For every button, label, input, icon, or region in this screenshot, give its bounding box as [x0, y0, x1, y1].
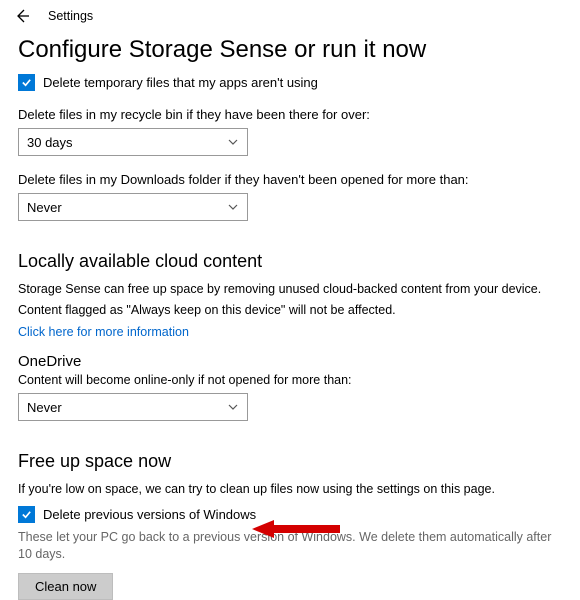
prev-versions-label: Delete previous versions of Windows: [43, 507, 256, 522]
cloud-content-heading: Locally available cloud content: [18, 251, 562, 272]
downloads-select[interactable]: Never: [18, 193, 248, 221]
downloads-value: Never: [27, 200, 62, 215]
onedrive-heading: OneDrive: [18, 353, 562, 370]
chevron-down-icon: [227, 401, 239, 413]
chevron-down-icon: [227, 136, 239, 148]
cloud-line2: Content flagged as "Always keep on this …: [18, 301, 562, 319]
temp-files-checkbox-row[interactable]: Delete temporary files that my apps aren…: [18, 74, 562, 91]
chevron-down-icon: [227, 201, 239, 213]
downloads-label: Delete files in my Downloads folder if t…: [18, 172, 562, 187]
onedrive-value: Never: [27, 400, 62, 415]
prev-versions-note: These let your PC go back to a previous …: [18, 529, 562, 563]
temp-files-label: Delete temporary files that my apps aren…: [43, 75, 318, 90]
free-up-intro: If you're low on space, we can try to cl…: [18, 480, 562, 498]
window-title: Settings: [48, 9, 93, 23]
prev-versions-checkbox-row[interactable]: Delete previous versions of Windows: [18, 506, 562, 523]
page-content: Configure Storage Sense or run it now De…: [0, 26, 580, 600]
recycle-bin-label: Delete files in my recycle bin if they h…: [18, 107, 562, 122]
checkbox-checked-icon: [18, 74, 35, 91]
cloud-line1: Storage Sense can free up space by remov…: [18, 280, 562, 298]
checkbox-checked-icon: [18, 506, 35, 523]
clean-now-button[interactable]: Clean now: [18, 573, 113, 600]
recycle-bin-select[interactable]: 30 days: [18, 128, 248, 156]
onedrive-label: Content will become online-only if not o…: [18, 371, 562, 389]
page-title: Configure Storage Sense or run it now: [18, 36, 562, 64]
back-button[interactable]: [14, 8, 30, 24]
onedrive-select[interactable]: Never: [18, 393, 248, 421]
recycle-bin-value: 30 days: [27, 135, 73, 150]
window-header: Settings: [0, 0, 580, 26]
free-up-heading: Free up space now: [18, 451, 562, 472]
cloud-more-info-link[interactable]: Click here for more information: [18, 325, 562, 339]
